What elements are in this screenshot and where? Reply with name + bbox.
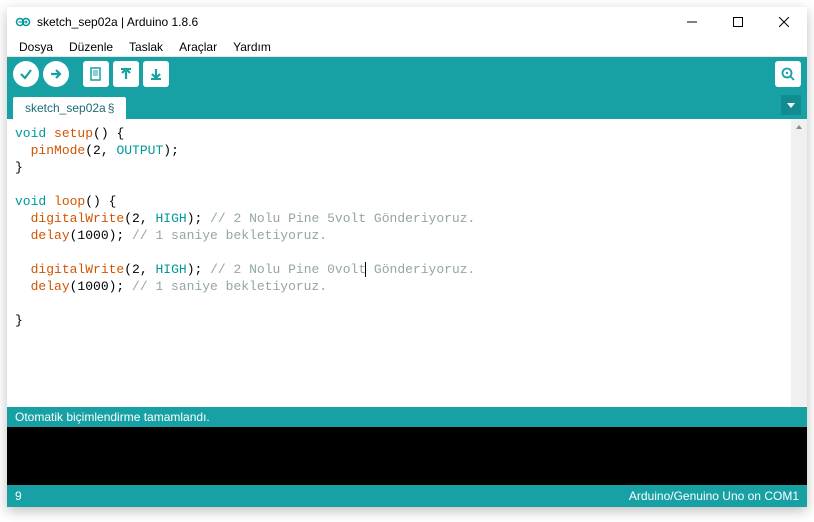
status-message-text: Otomatik biçimlendirme tamamlandı. [15,410,210,424]
menu-file[interactable]: Dosya [11,38,61,56]
open-sketch-button[interactable] [113,61,139,87]
toolbar [7,57,807,91]
save-sketch-button[interactable] [143,61,169,87]
tab-label: sketch_sep02a [25,101,106,115]
new-sketch-button[interactable] [83,61,109,87]
menu-tools[interactable]: Araçlar [171,38,225,56]
scroll-up-icon[interactable] [791,119,807,135]
serial-monitor-button[interactable] [775,61,801,87]
arduino-logo-icon [15,14,31,30]
window-title: sketch_sep02a | Arduino 1.8.6 [37,15,198,29]
minimize-button[interactable] [669,7,715,37]
footer-bar: 9 Arduino/Genuino Uno on COM1 [7,485,807,507]
menubar: Dosya Düzenle Taslak Araçlar Yardım [7,37,807,57]
tab-active[interactable]: sketch_sep02a§ [13,97,126,119]
tab-modified-marker: § [108,101,115,115]
verify-button[interactable] [13,61,39,87]
window-controls [669,7,807,37]
menu-help[interactable]: Yardım [225,38,279,56]
titlebar: sketch_sep02a | Arduino 1.8.6 [7,7,807,37]
close-button[interactable] [761,7,807,37]
status-bar: Otomatik biçimlendirme tamamlandı. [7,407,807,427]
board-port-label: Arduino/Genuino Uno on COM1 [629,489,799,503]
editor-area: void setup() { pinMode(2, OUTPUT); } voi… [7,119,807,407]
menu-edit[interactable]: Düzenle [61,38,121,56]
console-output[interactable] [7,427,807,485]
upload-button[interactable] [43,61,69,87]
tab-menu-dropdown[interactable] [781,95,801,115]
code-editor[interactable]: void setup() { pinMode(2, OUTPUT); } voi… [7,119,791,407]
maximize-button[interactable] [715,7,761,37]
editor-scrollbar[interactable] [791,119,807,407]
line-number: 9 [15,489,22,503]
tabstrip: sketch_sep02a§ [7,91,807,119]
arduino-ide-window: sketch_sep02a | Arduino 1.8.6 Dosya Düze… [7,7,807,507]
menu-sketch[interactable]: Taslak [121,38,171,56]
